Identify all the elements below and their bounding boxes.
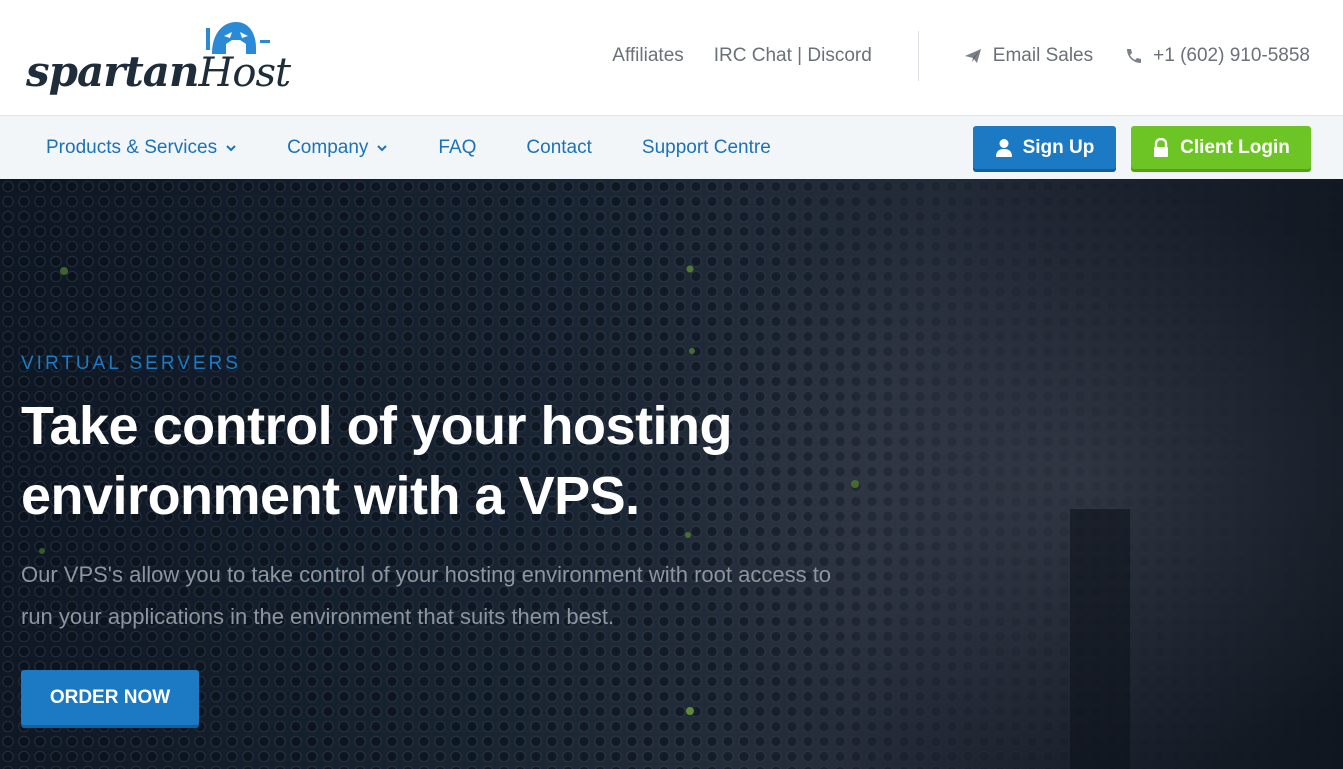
lock-icon: [1154, 137, 1169, 157]
nav-items: Products & Services Company FAQ Contact …: [46, 116, 821, 179]
affiliates-link[interactable]: Affiliates: [612, 45, 683, 67]
hero-section: VIRTUAL SERVERS Take control of your hos…: [0, 179, 1343, 769]
email-sales-link[interactable]: Email Sales: [963, 45, 1093, 67]
sign-up-button[interactable]: Sign Up: [973, 126, 1116, 169]
nav-item-company[interactable]: Company: [287, 137, 388, 159]
user-icon: [995, 138, 1012, 157]
hero-headline: Take control of your hosting environment…: [21, 396, 733, 526]
logo-wordmark: spartanHost: [26, 46, 292, 98]
site-logo[interactable]: spartanHost: [26, 16, 292, 98]
chevron-down-icon: [226, 144, 236, 151]
nav-item-products-services[interactable]: Products & Services: [46, 137, 237, 159]
top-header: spartanHost Affiliates IRC Chat | Discor…: [0, 0, 1343, 116]
order-now-button[interactable]: ORDER NOW: [21, 670, 199, 725]
nav-item-label: FAQ: [438, 136, 477, 158]
nav-item-contact[interactable]: Contact: [526, 137, 591, 159]
nav-item-label: Support Centre: [641, 136, 771, 158]
logo-word-spartan: spartan: [26, 47, 200, 96]
nav-item-label: Products & Services: [46, 136, 218, 158]
nav-item-support-centre[interactable]: Support Centre: [642, 137, 771, 159]
hero-subtext: Our VPS's allow you to take control of y…: [21, 562, 832, 629]
logo-word-host: Host: [198, 50, 292, 96]
phone-number: +1 (602) 910-5858: [1153, 45, 1310, 66]
client-login-button[interactable]: Client Login: [1131, 126, 1311, 169]
nav-item-label: Contact: [526, 136, 592, 158]
paper-plane-icon: [964, 49, 981, 63]
top-links: Affiliates IRC Chat | Discord Email Sale…: [582, 30, 1310, 82]
nav-item-faq[interactable]: FAQ: [438, 137, 476, 159]
chevron-down-icon: [377, 144, 388, 151]
nav-item-label: Company: [287, 136, 369, 158]
hero-eyebrow: VIRTUAL SERVERS: [21, 353, 241, 374]
email-sales-label: Email Sales: [992, 45, 1094, 66]
phone-icon: [1127, 49, 1142, 63]
irc-discord-link[interactable]: IRC Chat | Discord: [714, 45, 872, 67]
client-login-label: Client Login: [1180, 136, 1290, 158]
sign-up-label: Sign Up: [1022, 136, 1095, 158]
top-links-divider: [917, 31, 919, 81]
phone-link[interactable]: +1 (602) 910-5858: [1123, 45, 1310, 67]
main-nav: Products & Services Company FAQ Contact …: [0, 116, 1343, 179]
